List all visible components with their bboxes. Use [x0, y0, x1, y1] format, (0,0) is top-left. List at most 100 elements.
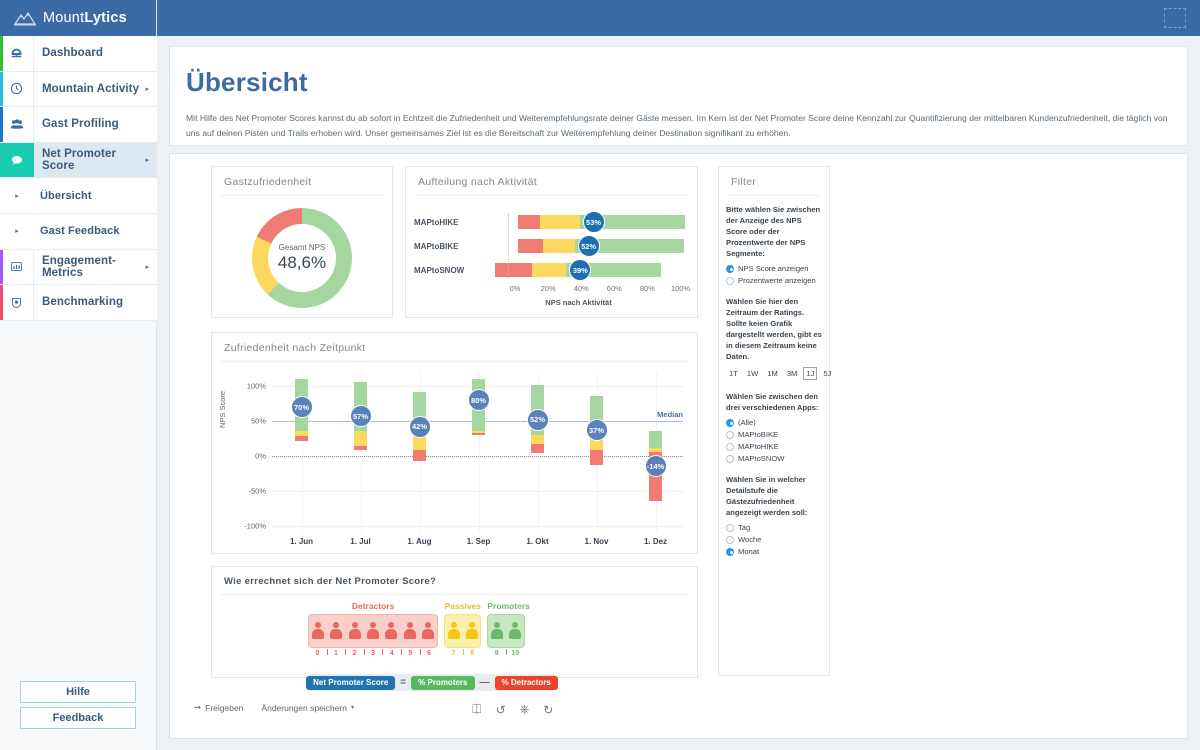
nps-scale-number: 8: [470, 650, 475, 657]
nps-scale-number: 9: [494, 650, 499, 657]
x-axis-tick: 40%: [573, 284, 589, 293]
radio-label: MAPtoHIKE: [738, 442, 779, 451]
bar-segment-detractors: [413, 449, 426, 462]
bar-chart-icon: [0, 249, 34, 285]
upload-icon[interactable]: ⎅: [472, 702, 482, 717]
help-button[interactable]: Hilfe: [20, 681, 136, 703]
bar-segment-detractors: [495, 263, 532, 277]
nps-group-box-passives: [444, 614, 482, 648]
share-button[interactable]: ➞ Freigeben: [194, 702, 243, 713]
page-description: Mit Hilfe des Net Promoter Scores kannst…: [186, 113, 1168, 139]
radio-button-icon[interactable]: [726, 535, 734, 544]
radio-label: Tag: [738, 523, 751, 532]
x-axis-tick: 60%: [606, 284, 622, 293]
person-icon: [403, 622, 416, 640]
bar-segment-detractors: [518, 239, 544, 253]
sidebar-item-mountain-activity[interactable]: Mountain Activity ▸: [0, 71, 157, 108]
activity-row-label: MAPtoHIKE: [414, 217, 459, 227]
nps-group-box-detractors: [308, 614, 439, 648]
chevron-down-icon: ▾: [350, 705, 354, 711]
radio-button-icon[interactable]: [726, 276, 734, 285]
nps-value-bubble: 52%: [526, 408, 549, 431]
brand-logo[interactable]: MountLytics: [0, 0, 156, 36]
brand-name: MountLytics: [43, 10, 127, 26]
nps-explainer-card: Wie errechnet sich der Net Promoter Scor…: [211, 566, 698, 691]
save-changes-button[interactable]: Änderungen speichern ▾: [261, 703, 354, 713]
period-button-3m[interactable]: 3M: [784, 367, 801, 380]
bar-segment-passives: [531, 263, 567, 277]
sidebar-item-net-promoter-score[interactable]: Net Promoter Score ▸: [0, 142, 157, 179]
activity-bars: MAPtoHIKE 53% MAPtoBIKE 52% MAPtoSNOW 39%: [406, 210, 697, 282]
person-icon: [330, 622, 343, 640]
radio-app-maptobike[interactable]: MAPtoBIKE: [726, 430, 822, 439]
period-button-1w[interactable]: 1W: [744, 367, 761, 380]
radio-button-icon[interactable]: [726, 264, 734, 273]
radio-label: MAPtoSNOW: [738, 454, 785, 463]
person-icon: [422, 622, 435, 640]
radio-button-icon[interactable]: [726, 454, 734, 463]
feedback-button[interactable]: Feedback: [20, 707, 136, 729]
power-icon[interactable]: ⎈: [520, 702, 530, 717]
users-icon: [0, 107, 34, 142]
chevron-right-icon: ▸: [145, 263, 149, 271]
nps-value-bubble: 53%: [582, 211, 605, 233]
period-button-5j[interactable]: 5J: [820, 367, 834, 380]
chevron-right-icon: ▸: [15, 228, 19, 236]
accent-strip: [0, 249, 3, 285]
activity-row-track: 52%: [482, 234, 697, 258]
refresh-icon[interactable]: ↻: [543, 703, 553, 717]
sidebar-subitem-uebersicht[interactable]: ▸ Übersicht: [0, 178, 157, 214]
radio-label: Woche: [738, 535, 762, 544]
nps-value-bubble: 37%: [585, 419, 608, 442]
radio-button-icon[interactable]: [726, 523, 734, 532]
period-button-1t[interactable]: 1T: [726, 367, 741, 380]
application-window: MountLytics Dashboard Mountain Activity …: [0, 0, 1200, 750]
nps-scale-number: 6: [426, 650, 431, 657]
sidebar-item-benchmarking[interactable]: Benchmarking: [0, 285, 157, 321]
radio-display-nps-score-anzeigen[interactable]: NPS Score anzeigen: [726, 264, 822, 273]
sidebar-item-dashboard[interactable]: Dashboard: [0, 36, 157, 72]
sidebar-item-gast-profiling[interactable]: Gast Profiling: [0, 107, 157, 143]
period-button-1j[interactable]: 1J: [803, 367, 818, 380]
x-axis-tick: 20%: [540, 284, 556, 293]
radio-detail-tag[interactable]: Tag: [726, 523, 822, 532]
formula-operator: =: [400, 677, 407, 688]
radio-button-icon[interactable]: [726, 547, 734, 556]
activity-row: MAPtoSNOW 39%: [414, 258, 697, 282]
bar-segment-detractors: [472, 433, 485, 435]
radio-detail-monat[interactable]: Monat: [726, 547, 822, 556]
radio-button-icon[interactable]: [726, 430, 734, 439]
accent-strip: [0, 71, 3, 107]
radio-display-prozentwerte-anzeigen[interactable]: Prozentwerte anzeigen: [726, 276, 822, 285]
filter-group-detail-level: Tag Woche Monat: [726, 523, 822, 556]
grid-line: [272, 526, 683, 527]
sidebar-item-label: Dashboard: [42, 47, 103, 60]
radio-detail-woche[interactable]: Woche: [726, 535, 822, 544]
x-axis-tick: 1. Okt: [526, 537, 549, 546]
nps-scale-tick: [363, 649, 365, 655]
guest-satisfaction-card: Gastzufriedenheit Gesamt NPS 48,6%: [211, 166, 393, 318]
nps-scale-number: 10: [511, 650, 520, 657]
radio-app-maptohike[interactable]: MAPtoHIKE: [726, 442, 822, 451]
radio-button-icon[interactable]: [726, 442, 734, 451]
shield-icon: [0, 285, 34, 320]
radio-app-alle[interactable]: (Alle): [726, 418, 822, 427]
nps-scale-number: 7: [451, 650, 456, 657]
radio-app-maptosnow[interactable]: MAPtoSNOW: [726, 454, 822, 463]
brand-name-light: Mount: [43, 10, 85, 26]
period-selector: 1T 1W 1M 3M 1J 5J: [726, 367, 831, 380]
nps-group-title: Promoters: [487, 601, 530, 611]
period-button-1m[interactable]: 1M: [764, 367, 781, 380]
window-controls[interactable]: [1164, 8, 1186, 28]
radio-label: NPS Score anzeigen: [738, 264, 809, 273]
nps-formula: Net Promoter Score = % Promoters — % Detract…: [306, 674, 558, 691]
card-title: Wie errechnet sich der Net Promoter Scor…: [221, 567, 688, 595]
radio-button-icon[interactable]: [726, 418, 734, 427]
undo-icon[interactable]: ↺: [496, 703, 506, 717]
nps-scale-tick: [462, 649, 464, 655]
page-title: Übersicht: [186, 67, 308, 97]
sidebar-subitem-gast-feedback[interactable]: ▸ Gast Feedback: [0, 213, 157, 250]
filter-body: Bitte wählen Sie zwischen der Anzeige de…: [719, 196, 831, 556]
page-header-panel: Übersicht Mit Hilfe des Net Promoter Sco…: [169, 46, 1188, 146]
sidebar-item-engagement-metrics[interactable]: Engagement-Metrics ▸: [0, 249, 157, 286]
